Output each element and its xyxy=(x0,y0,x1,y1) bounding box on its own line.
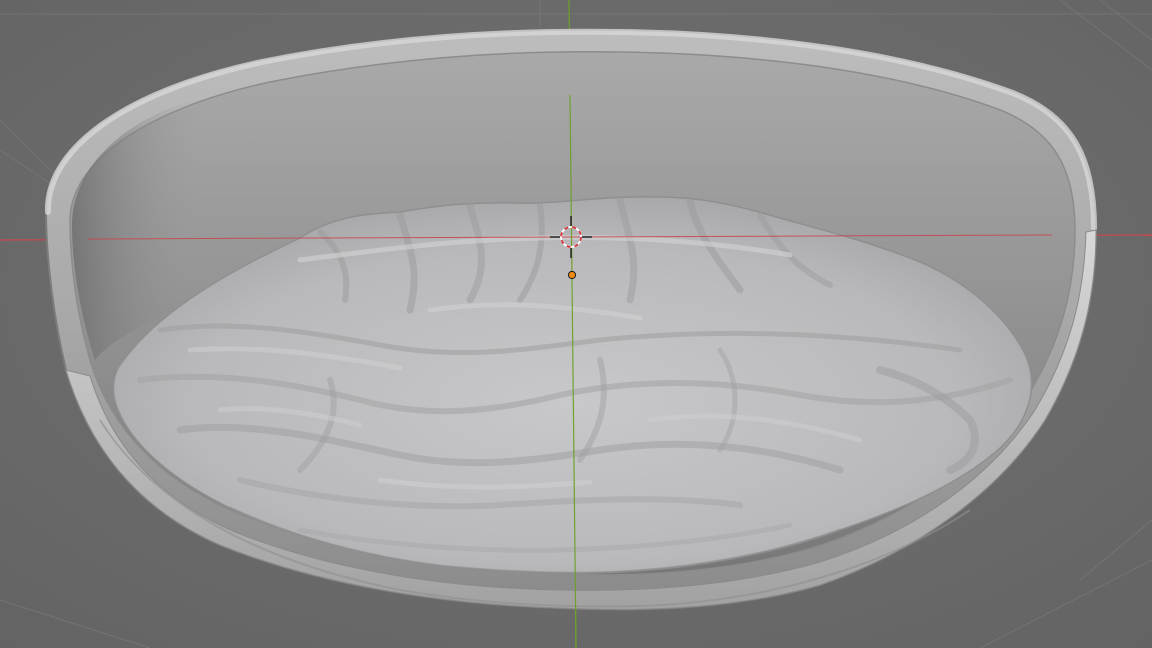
object-origin-icon[interactable] xyxy=(567,270,577,280)
viewport-canvas[interactable] xyxy=(0,0,1152,648)
3d-viewport[interactable] xyxy=(0,0,1152,648)
